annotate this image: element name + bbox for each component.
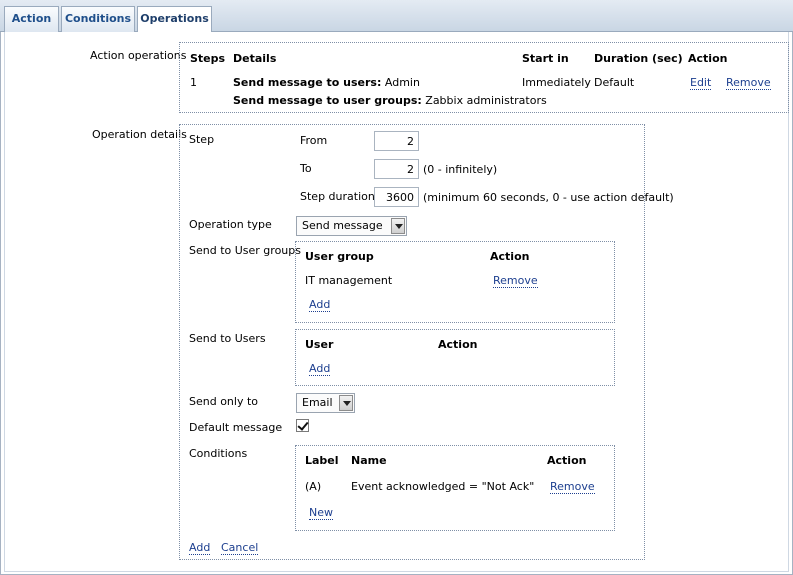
chevron-down-icon — [391, 218, 405, 234]
remove-condition-link[interactable]: Remove — [550, 480, 595, 494]
header-user-action: Action — [438, 338, 478, 351]
default-message-label: Default message — [189, 421, 283, 434]
operation-details-users: Send message to users: Admin — [233, 76, 420, 89]
step-to-input[interactable] — [374, 159, 419, 179]
header-condition-name: Name — [351, 454, 387, 467]
add-user-link[interactable]: Add — [309, 362, 331, 376]
header-condition-action: Action — [547, 454, 587, 467]
step-label: Step — [189, 133, 215, 146]
tab-operations[interactable]: Operations — [137, 6, 212, 33]
step-duration-input[interactable] — [374, 187, 419, 207]
header-user: User — [305, 338, 334, 351]
details-groups-label: Send message to user groups: — [233, 94, 422, 107]
step-from-input[interactable] — [374, 131, 419, 151]
new-condition-link[interactable]: New — [309, 506, 333, 520]
remove-operation-link[interactable]: Remove — [726, 76, 771, 90]
operation-details-groups: Send message to user groups: Zabbix admi… — [233, 94, 547, 107]
cancel-operation-link[interactable]: Cancel — [221, 541, 259, 555]
tab-conditions[interactable]: Conditions — [61, 6, 135, 33]
header-steps: Steps — [190, 52, 226, 65]
send-only-to-select[interactable]: Email — [296, 393, 355, 413]
operation-type-label: Operation type — [189, 218, 272, 231]
default-message-checkbox[interactable] — [296, 419, 309, 432]
operation-details-box: Step From To (0 - infinitely) Step durat… — [179, 124, 674, 560]
users-table: User Action Add — [295, 329, 615, 386]
condition-name: Event acknowledged = "Not Ack" — [351, 480, 535, 493]
operation-start-in: Immediately — [522, 76, 591, 89]
condition-label: (A) — [305, 480, 322, 493]
chevron-down-icon — [339, 395, 353, 411]
action-operations-label: Action operations — [90, 49, 187, 62]
details-groups-value: Zabbix administrators — [425, 94, 547, 107]
step-duration-hint: (minimum 60 seconds, 0 - use action defa… — [423, 191, 674, 204]
tab-action[interactable]: Action — [4, 6, 59, 33]
user-group-name: IT management — [305, 274, 393, 287]
header-details: Details — [233, 52, 277, 65]
add-operation-link[interactable]: Add — [189, 541, 211, 555]
edit-operation-link[interactable]: Edit — [690, 76, 712, 90]
operation-type-select[interactable]: Send message — [296, 216, 407, 236]
send-to-users-label: Send to Users — [189, 332, 266, 345]
details-users-label: Send message to users: — [233, 76, 382, 89]
to-hint: (0 - infinitely) — [423, 163, 498, 176]
operation-step: 1 — [190, 76, 197, 89]
send-to-user-groups-label: Send to User groups — [189, 244, 301, 257]
from-label: From — [300, 134, 328, 147]
action-operations-table: Steps Details Start in Duration (sec) Ac… — [179, 42, 789, 113]
to-label: To — [300, 162, 312, 175]
header-start-in: Start in — [522, 52, 569, 65]
details-users-value: Admin — [384, 76, 420, 89]
send-only-to-label: Send only to — [189, 395, 259, 408]
header-user-group-action: Action — [490, 250, 530, 263]
user-groups-table: User group Action IT management Remove A… — [295, 241, 615, 323]
operations-form: Action operations Steps Details Start in… — [4, 32, 789, 572]
conditions-table: Label Name Action (A) Event acknowledged… — [295, 445, 615, 531]
operation-details-label: Operation details — [92, 128, 187, 141]
send-only-to-value: Email — [302, 396, 333, 409]
add-user-group-link[interactable]: Add — [309, 298, 331, 312]
operation-duration: Default — [594, 76, 635, 89]
header-action: Action — [688, 52, 728, 65]
operation-type-value: Send message — [302, 219, 383, 232]
remove-user-group-link[interactable]: Remove — [493, 274, 538, 288]
step-duration-label: Step duration — [300, 190, 375, 203]
conditions-label: Conditions — [189, 447, 248, 460]
header-user-group: User group — [305, 250, 374, 263]
tab-bar: Action Conditions Operations — [0, 0, 793, 33]
header-duration: Duration (sec) — [594, 52, 683, 65]
header-condition-label: Label — [305, 454, 339, 467]
